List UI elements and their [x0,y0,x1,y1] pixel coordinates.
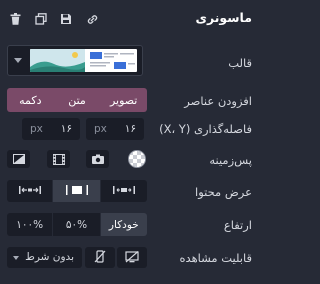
hide-mobile-icon [94,248,106,267]
spacing-x-value: ۱۶ [124,123,136,135]
content-width-full-button[interactable] [100,180,147,202]
full-width-icon [112,185,135,197]
height-auto-button[interactable]: خودکار [100,213,147,236]
hide-desktop-icon [125,248,139,267]
spacing-y-value: ۱۶ [60,123,72,135]
spacing-label: فاصله‌گذاری (X، Y) [159,122,252,136]
content-width-shrink-button[interactable] [7,180,54,202]
content-width-box-button[interactable] [53,180,101,202]
content-width-group [7,180,147,202]
spacing-y-unit: px [30,123,43,135]
spacing-y-input[interactable]: px ۱۶ [22,118,80,140]
height-label: ارتفاع [223,218,252,232]
height-100-button[interactable]: ۱۰۰% [7,213,54,236]
visibility-condition-value: بدون شرط [25,251,74,263]
spacing-x-input[interactable]: px ۱۶ [86,118,144,140]
box-width-icon [65,184,88,198]
shrink-width-icon [18,185,41,197]
film-icon[interactable] [47,150,70,168]
chevron-down-icon [14,58,22,63]
visibility-condition-select[interactable]: بدون شرط [7,247,82,268]
template-label: قالب [228,56,252,70]
height-50-button[interactable]: ۵۰% [53,213,101,236]
background-label: پس‌زمینه [209,153,252,167]
add-elements-label: افزودن عناصر [184,94,252,108]
gradient-icon[interactable] [7,150,30,168]
color-swatch-icon[interactable] [128,150,146,168]
add-text-button[interactable]: متن [54,88,101,112]
template-thumbnail [30,49,137,72]
link-icon[interactable] [84,11,100,27]
copy-icon[interactable] [33,11,49,27]
spacing-x-unit: px [94,123,107,135]
content-width-label: عرض محتوا [195,185,252,199]
chevron-down-icon [13,256,19,260]
panel-title: ماسونری [195,10,253,25]
height-group: ۱۰۰% ۵۰% خودکار [7,213,147,236]
delete-icon[interactable] [7,11,23,27]
hide-desktop-button[interactable] [117,247,147,268]
template-select[interactable] [7,45,143,76]
add-button-button[interactable]: دکمه [7,88,54,112]
masonry-settings-panel: ماسونری قالب افزودن عناصر تصویر متن دکمه… [0,0,258,284]
add-image-button[interactable]: تصویر [100,88,147,112]
add-elements-group: تصویر متن دکمه [7,88,147,112]
camera-icon[interactable] [86,150,109,168]
hide-mobile-button[interactable] [85,247,115,268]
visibility-label: قابلیت مشاهده [179,251,252,265]
save-icon[interactable] [58,11,74,27]
